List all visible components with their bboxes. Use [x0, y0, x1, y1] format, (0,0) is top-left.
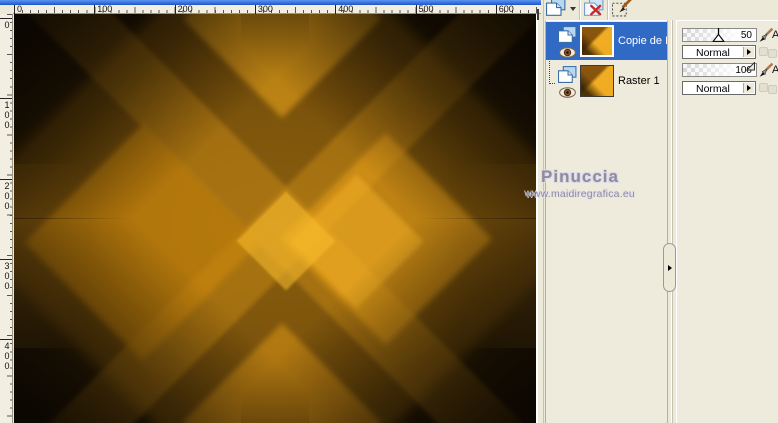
edit-layer-button[interactable]	[611, 0, 635, 22]
blend-dropdown-button[interactable]	[743, 83, 754, 93]
new-layer-dropdown-arrow-icon[interactable]	[570, 7, 576, 11]
splitter-arrow-icon	[668, 265, 672, 271]
delete-layer-icon	[584, 0, 604, 20]
visibility-eye-icon[interactable]	[559, 85, 576, 103]
h-ruler-label: 500	[415, 5, 434, 14]
blend-mode-value: Normal	[696, 47, 730, 59]
opacity-slider-layer-1[interactable]: 50	[682, 28, 757, 42]
app-window: 0 100 200 300 400 500 600 0 100 200 300 …	[0, 0, 778, 423]
v-ruler-label: 100	[0, 98, 12, 131]
opacity-slider-handle[interactable]	[745, 58, 756, 76]
vertical-ruler: 0 100 200 300 400	[0, 14, 13, 423]
v-ruler-label: 400	[0, 339, 12, 372]
panel-gutter	[536, 0, 544, 423]
h-ruler-label: 600	[495, 5, 514, 14]
delete-layer-button[interactable]	[584, 0, 608, 22]
edit-brush-icon	[611, 0, 633, 21]
layer-row-raster-1[interactable]: Raster 1	[546, 62, 667, 100]
window-title-strip	[0, 0, 541, 5]
new-layer-button[interactable]	[546, 0, 570, 22]
link-layers-icon-disabled	[759, 47, 778, 58]
h-ruler-label: 200	[174, 5, 193, 14]
palette-splitter-handle[interactable]	[663, 243, 676, 292]
v-ruler-label: 300	[0, 258, 12, 291]
opacity-value: 50	[740, 30, 752, 41]
horizontal-ruler: 0 100 200 300 400 500 600	[13, 5, 541, 14]
visibility-eye-icon[interactable]	[559, 45, 576, 63]
image-canvas[interactable]	[14, 14, 536, 423]
h-ruler-label: 100	[94, 5, 112, 14]
layer-thumbnail[interactable]	[580, 65, 614, 97]
blend-mode-dropdown-layer-1[interactable]: Normal	[682, 45, 756, 59]
canvas-shadow-top-right	[241, 14, 536, 219]
toolbar-separator	[607, 0, 609, 22]
layers-list: Copie de Raster 1	[545, 20, 668, 423]
v-ruler-label: 0	[0, 18, 12, 30]
layer-row-copie-de-raster[interactable]: Copie de Ras	[546, 22, 667, 60]
layer-thumbnail[interactable]	[580, 25, 614, 57]
v-ruler-label: 200	[0, 178, 12, 211]
layer-icon-column	[558, 64, 580, 98]
toolbar-separator	[579, 0, 581, 22]
opacity-badge: A	[772, 64, 778, 76]
canvas-shadow-bottom-right	[241, 218, 536, 423]
palette-splitter-line	[671, 20, 673, 423]
new-layer-pages-icon	[546, 0, 566, 20]
h-ruler-label: 300	[254, 5, 273, 14]
layer-properties-column: 50 A Normal	[676, 20, 778, 423]
dropdown-arrow-icon	[747, 84, 751, 91]
layer-name: Copie de Ras	[618, 35, 667, 47]
blend-mode-value: Normal	[696, 83, 730, 95]
link-layers-icon-disabled	[759, 83, 778, 94]
ruler-corner	[0, 5, 13, 14]
opacity-badge: A	[772, 29, 778, 41]
layer-icon-column	[558, 24, 580, 58]
layer-name: Raster 1	[618, 75, 660, 87]
h-ruler-label: 0	[14, 5, 22, 14]
h-ruler-label: 400	[335, 5, 353, 14]
blend-dropdown-button[interactable]	[743, 47, 754, 57]
layers-palette: Copie de Raster 1 50 Normal 100 Normal	[544, 0, 778, 423]
dropdown-arrow-icon	[747, 48, 751, 55]
opacity-slider-layer-2[interactable]: 100	[682, 61, 757, 77]
blend-mode-dropdown-layer-2[interactable]: Normal	[682, 81, 756, 95]
canvas-window-edge-mark	[537, 9, 539, 20]
